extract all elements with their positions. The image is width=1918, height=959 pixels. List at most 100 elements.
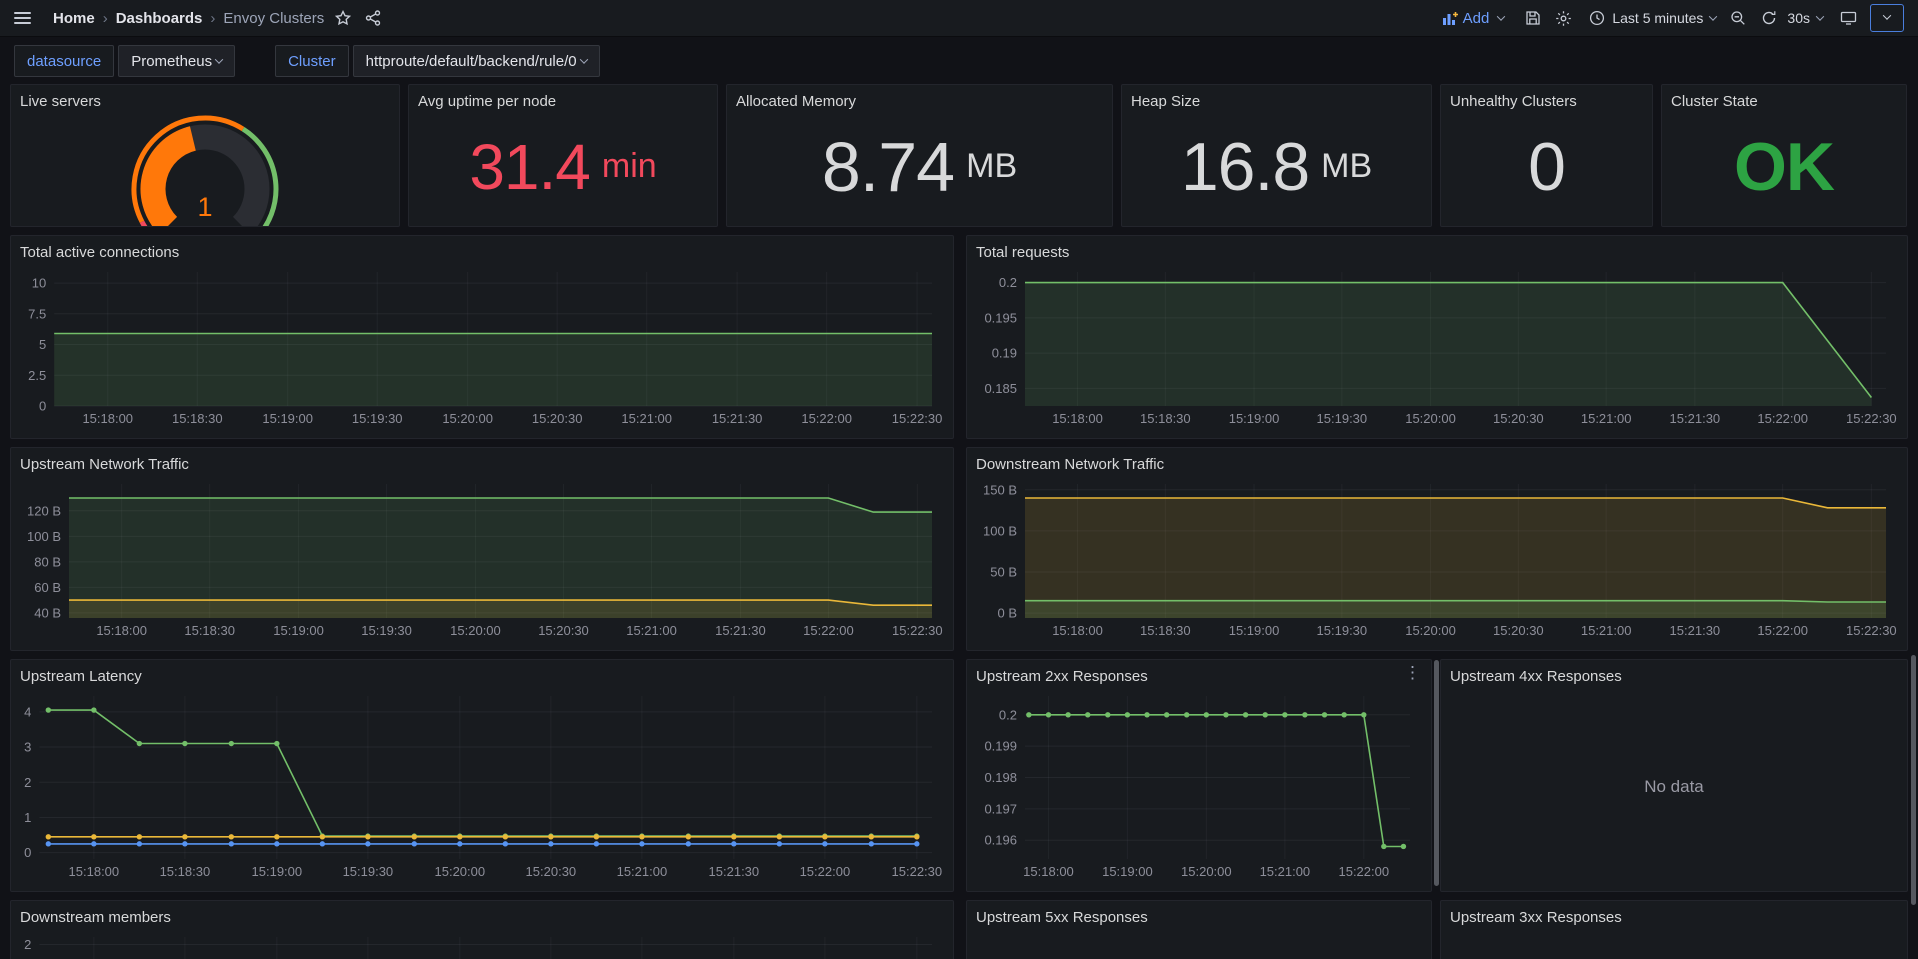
panel-title[interactable]: Upstream 4xx Responses xyxy=(1450,667,1898,686)
panel-title[interactable]: Downstream Network Traffic xyxy=(976,455,1898,474)
variables-row: datasource Prometheus Cluster httproute/… xyxy=(0,37,1918,81)
svg-text:15:22:00: 15:22:00 xyxy=(801,411,852,426)
legend-item[interactable]: httproute/default/backend/rule/0 xyxy=(24,436,229,439)
panel-upstream-latency: Upstream Latency 15:18:0015:18:3015:19:0… xyxy=(10,659,954,892)
svg-text:15:19:00: 15:19:00 xyxy=(1229,623,1280,638)
legend-item[interactable]: - out xyxy=(1038,648,1086,651)
breadcrumb-separator: › xyxy=(210,10,215,27)
legend-item[interactable]: httproute/default/backend/rule/0 - out xyxy=(269,648,503,651)
chart-legend: httproute/default/backend/rule/0 xyxy=(976,435,1898,439)
panel-title[interactable]: Cluster State xyxy=(1671,92,1897,111)
hamburger-menu-icon[interactable] xyxy=(14,12,31,24)
panel-title[interactable]: Upstream 5xx Responses xyxy=(976,908,1422,927)
no-data-message: No data xyxy=(1450,686,1898,887)
panel-title[interactable]: Avg uptime per node xyxy=(418,92,708,111)
refresh-icon[interactable] xyxy=(1761,10,1777,26)
chevron-down-icon xyxy=(579,55,587,63)
chevron-down-icon xyxy=(1497,12,1505,20)
svg-text:15:19:00: 15:19:00 xyxy=(1229,411,1280,426)
chevron-down-icon xyxy=(1709,12,1717,20)
chart-canvas[interactable]: 15:18:0015:18:3015:19:0015:19:3015:20:00… xyxy=(976,474,1898,647)
stat-value: 0 xyxy=(1450,111,1643,222)
panel-upstream-2xx-responses: Upstream 2xx Responses ⋮ 15:18:0015:19:0… xyxy=(966,659,1432,892)
chart-canvas[interactable] xyxy=(976,927,1422,959)
legend-item[interactable]: httproute/default/backend/rule/0 50% xyxy=(529,889,763,892)
panel-allocated-memory: Allocated Memory 8.74 MB xyxy=(726,84,1113,227)
chart-legend: httproute/default/backend/rule/0 99% http… xyxy=(20,888,944,892)
svg-text:0: 0 xyxy=(24,845,31,860)
svg-text:0.197: 0.197 xyxy=(984,801,1017,816)
svg-text:0.198: 0.198 xyxy=(984,770,1017,785)
svg-text:15:21:30: 15:21:30 xyxy=(709,864,760,879)
chart-canvas[interactable]: 15:18:0015:19:0015:20:0015:21:0015:22:00… xyxy=(976,686,1422,888)
share-icon[interactable] xyxy=(365,10,381,26)
add-button[interactable]: Add xyxy=(1443,10,1505,27)
chart-canvas[interactable] xyxy=(1450,927,1898,959)
panel-title[interactable]: Heap Size xyxy=(1131,92,1422,111)
time-range-picker[interactable]: Last 5 minutes xyxy=(1589,10,1716,26)
cluster-variable-label[interactable]: Cluster xyxy=(275,45,349,77)
breadcrumb-current: Envoy Clusters xyxy=(223,10,324,27)
add-panel-icon xyxy=(1443,11,1458,25)
svg-text:150 B: 150 B xyxy=(983,482,1017,497)
panel-title[interactable]: Upstream 3xx Responses xyxy=(1450,908,1898,927)
svg-text:15:21:00: 15:21:00 xyxy=(626,623,677,638)
cluster-variable-value[interactable]: httproute/default/backend/rule/0 xyxy=(353,45,600,77)
chart-canvas[interactable]: 15:18:0015:18:3015:19:0015:19:3015:20:00… xyxy=(20,474,944,647)
legend-item[interactable]: httproute/default/backend/rule/0 99% xyxy=(24,889,258,892)
chart-canvas[interactable]: 2 xyxy=(20,927,944,959)
svg-text:15:18:30: 15:18:30 xyxy=(1140,623,1191,638)
svg-text:15:21:30: 15:21:30 xyxy=(712,411,763,426)
legend-item[interactable]: httproute/default/backend/rule/0 - in xyxy=(24,648,251,651)
chart-canvas[interactable]: 15:18:0015:18:3015:19:0015:19:3015:20:00… xyxy=(20,262,944,435)
settings-gear-icon[interactable] xyxy=(1555,10,1572,27)
svg-text:15:20:30: 15:20:30 xyxy=(1493,411,1544,426)
panel-upstream-3xx-responses: Upstream 3xx Responses xyxy=(1440,900,1908,959)
svg-text:15:19:30: 15:19:30 xyxy=(352,411,403,426)
svg-text:15:20:00: 15:20:00 xyxy=(442,411,493,426)
svg-text:15:20:00: 15:20:00 xyxy=(450,623,501,638)
zoom-out-time-icon[interactable] xyxy=(1730,10,1746,26)
panel-title[interactable]: Allocated Memory xyxy=(736,92,1103,111)
panel-upstream-4xx-responses: Upstream 4xx Responses No data xyxy=(1440,659,1908,892)
panel-upstream-5xx-responses: Upstream 5xx Responses xyxy=(966,900,1432,959)
panel-title[interactable]: Downstream members xyxy=(20,908,944,927)
chart-canvas[interactable]: 15:18:0015:18:3015:19:0015:19:3015:20:00… xyxy=(976,262,1898,435)
chart-canvas[interactable]: 15:18:0015:18:3015:19:0015:19:3015:20:00… xyxy=(20,686,944,888)
tv-mode-icon[interactable] xyxy=(1840,10,1857,26)
breadcrumb-dashboards[interactable]: Dashboards xyxy=(116,10,203,27)
svg-text:15:21:00: 15:21:00 xyxy=(617,864,668,879)
stat-value: 8.74 MB xyxy=(736,111,1103,222)
panel-title[interactable]: Upstream Latency xyxy=(20,667,944,686)
svg-text:1: 1 xyxy=(197,192,212,222)
save-dashboard-icon[interactable] xyxy=(1525,10,1541,26)
datasource-variable-label[interactable]: datasource xyxy=(14,45,114,77)
panel-title[interactable]: Live servers xyxy=(20,92,390,111)
panel-title[interactable]: Upstream Network Traffic xyxy=(20,455,944,474)
panel-title[interactable]: Unhealthy Clusters xyxy=(1450,92,1643,111)
breadcrumb-home[interactable]: Home xyxy=(53,10,95,27)
chart-legend: httproute/default/backend/rule/0 xyxy=(20,435,944,439)
panel-title[interactable]: Upstream 2xx Responses xyxy=(976,667,1422,686)
panel-scrollbar[interactable] xyxy=(1434,660,1439,886)
legend-item[interactable]: httproute/default/backend/rule/0 xyxy=(980,889,1185,892)
panel-title[interactable]: Total requests xyxy=(976,243,1898,262)
legend-item[interactable]: httproute/default/backend/rule/0 90% xyxy=(276,889,510,892)
panel-title[interactable]: Total active connections xyxy=(20,243,944,262)
star-icon[interactable] xyxy=(335,10,351,26)
svg-text:15:20:30: 15:20:30 xyxy=(526,864,577,879)
collapse-header-button[interactable] xyxy=(1870,4,1904,32)
stat-value: OK xyxy=(1671,111,1897,222)
legend-item[interactable]: httproute/default/backend/rule/0 xyxy=(980,436,1185,439)
datasource-variable-value[interactable]: Prometheus xyxy=(118,45,235,77)
clock-icon xyxy=(1589,10,1605,26)
svg-text:2: 2 xyxy=(24,937,31,952)
svg-text:15:19:30: 15:19:30 xyxy=(1317,411,1368,426)
svg-text:2: 2 xyxy=(24,775,31,790)
refresh-interval-dropdown[interactable]: 30s xyxy=(1784,10,1823,26)
svg-text:7.5: 7.5 xyxy=(28,306,46,321)
legend-item[interactable]: - in xyxy=(980,648,1020,651)
page-scrollbar[interactable] xyxy=(1911,655,1916,905)
panel-menu-kebab-icon[interactable]: ⋮ xyxy=(1404,664,1421,682)
svg-text:15:22:30: 15:22:30 xyxy=(1846,411,1897,426)
